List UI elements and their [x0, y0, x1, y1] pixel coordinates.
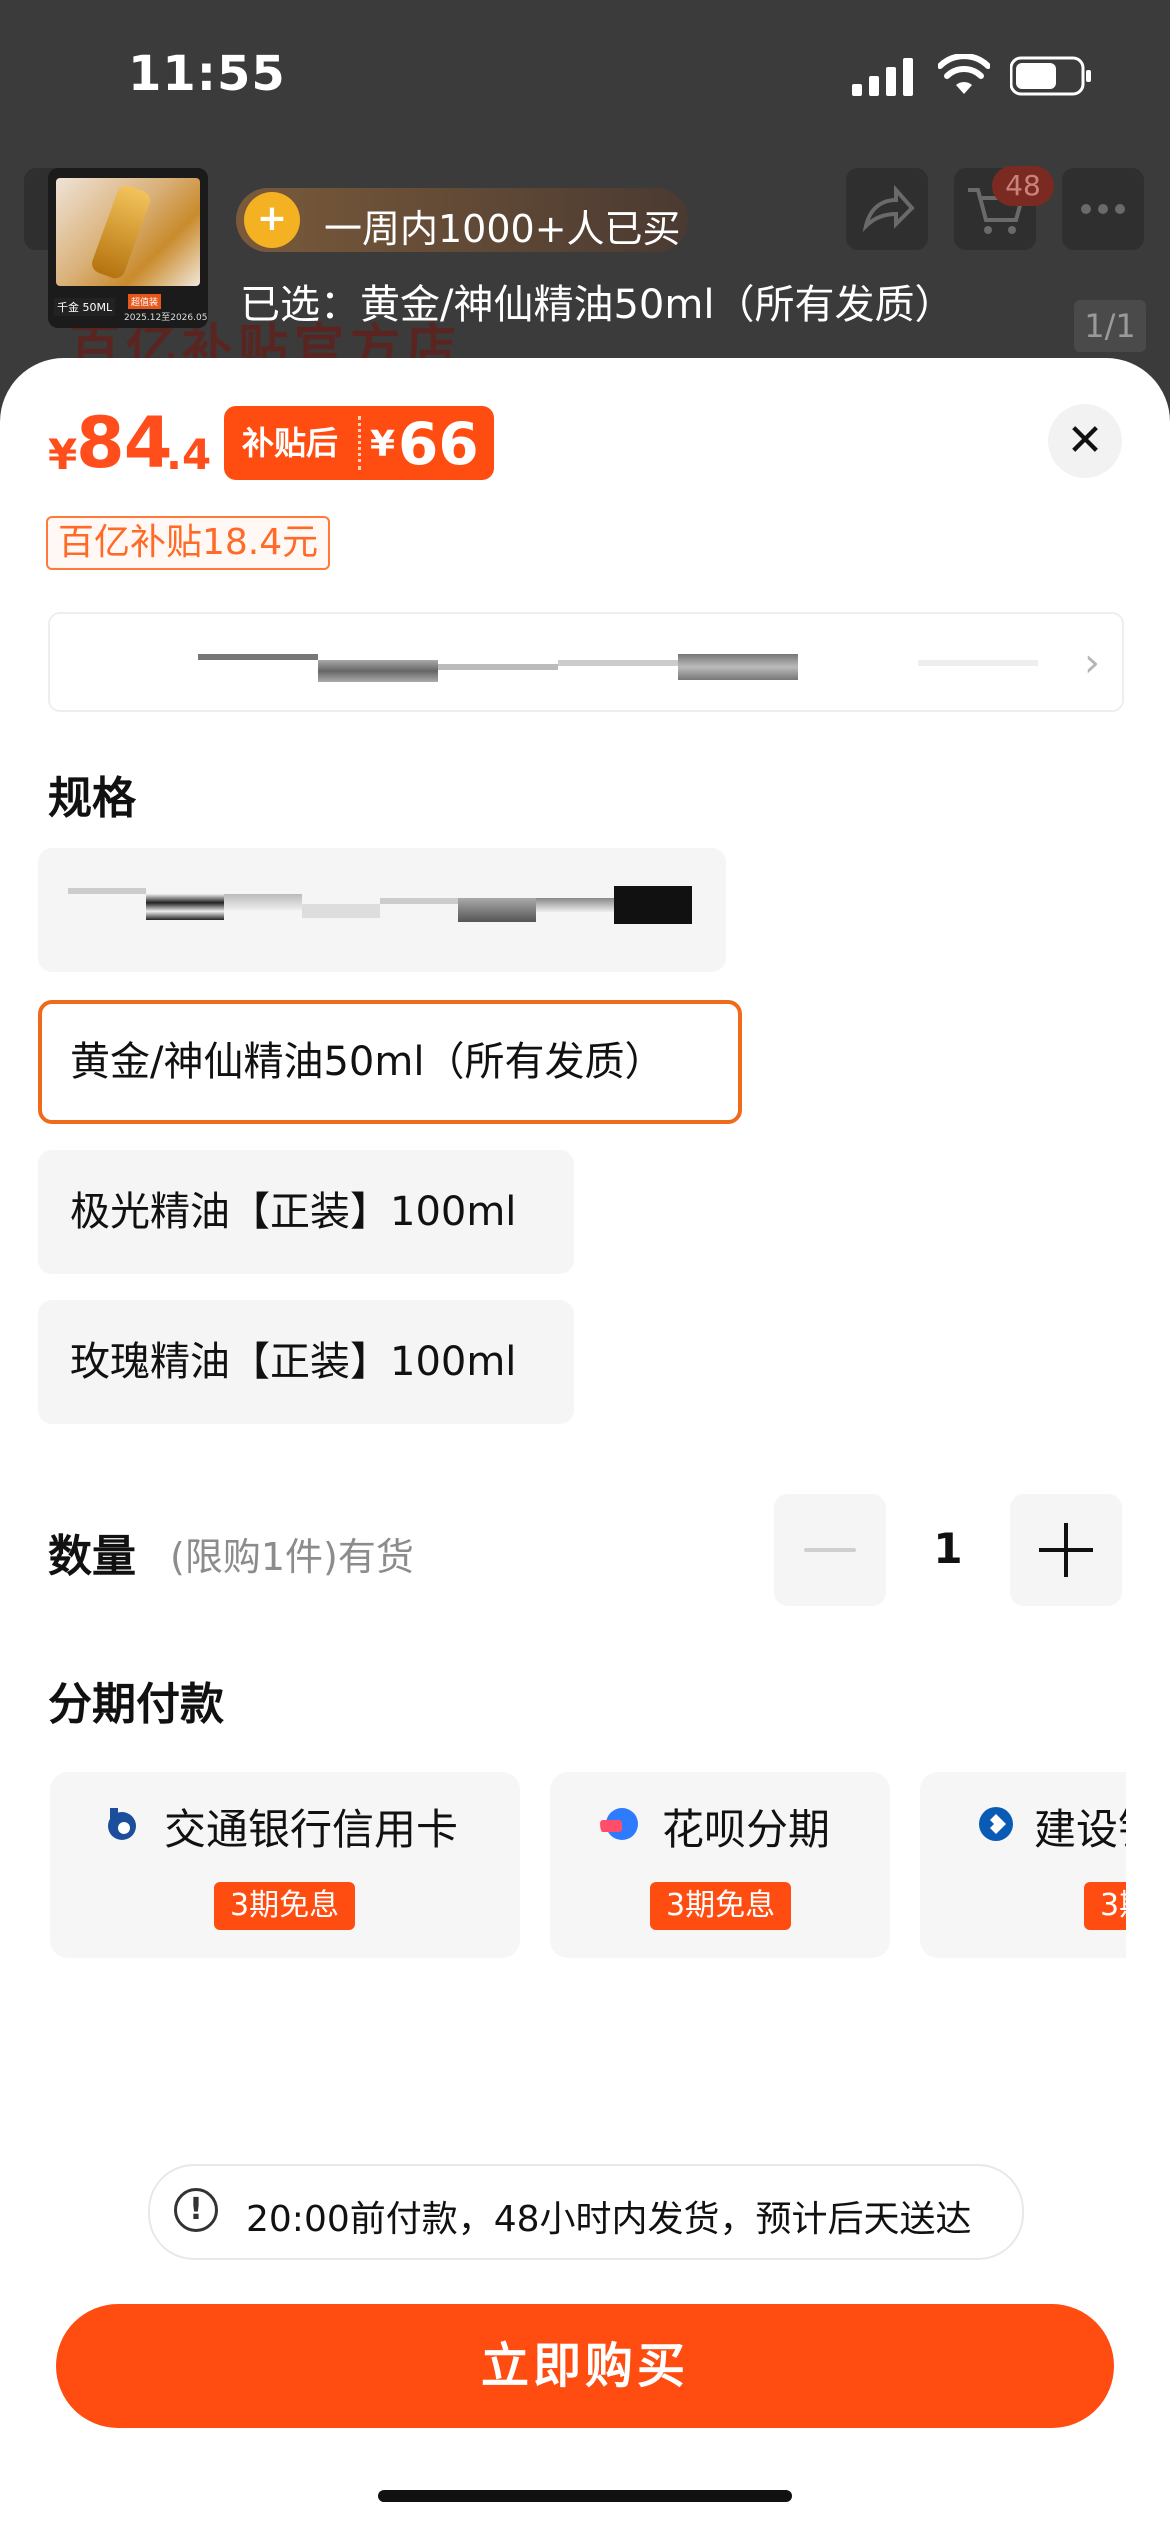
share-button[interactable] — [846, 168, 928, 250]
redacted-spec-text — [68, 888, 146, 894]
address-selector[interactable]: › — [48, 612, 1124, 712]
redacted-address — [678, 654, 798, 680]
installment-badge: 3期免息 — [214, 1882, 356, 1930]
after-subsidy-price-tag: 补贴后 ¥ 66 — [224, 406, 494, 480]
thumb-label-3: 2025.12至2026.05 — [124, 313, 208, 323]
thumb-label-1: 千金 50ML — [54, 298, 116, 316]
spec-option-redacted[interactable] — [38, 848, 726, 972]
after-subsidy-currency: ¥ — [370, 424, 396, 465]
more-button[interactable] — [1062, 168, 1144, 250]
home-indicator[interactable] — [378, 2490, 792, 2502]
installment-name: 建设银行信用卡 — [1034, 1805, 1126, 1854]
thumb-label-2: 超值装 — [128, 294, 162, 309]
ccb-bank-icon — [979, 1807, 1013, 1841]
shopping-bag-icon: + — [244, 192, 300, 248]
info-icon: ! — [174, 2188, 218, 2232]
redacted-spec-text — [146, 894, 224, 920]
tag-divider — [358, 416, 361, 470]
after-subsidy-value: 66 — [398, 410, 479, 478]
spec-option[interactable]: 玫瑰精油【正装】100ml — [38, 1300, 574, 1424]
plus-icon — [1064, 1523, 1068, 1577]
product-thumbnail[interactable]: 千金 50ML 超值装 2025.12至2026.05 — [48, 168, 208, 328]
delivery-notice-text: 20:00前付款，48小时内发货，预计后天送达 — [246, 2199, 972, 2240]
selected-spec-summary: 已选：黄金/神仙精油50ml（所有发质） — [240, 282, 955, 328]
installment-badge: 3期免息 — [650, 1882, 792, 1930]
bocom-bank-icon — [108, 1808, 136, 1840]
image-pager: 1/1 — [1074, 300, 1146, 352]
redacted-address — [198, 654, 318, 660]
redacted-spec-text — [224, 894, 302, 910]
quantity-value: 1 — [933, 1524, 963, 1573]
close-icon: ✕ — [1066, 415, 1104, 466]
minus-icon — [804, 1548, 856, 1552]
decrease-quantity-button[interactable] — [774, 1494, 886, 1606]
increase-quantity-button[interactable] — [1010, 1494, 1122, 1606]
installment-option-bocom[interactable]: 交通银行信用卡 3期免息 — [50, 1772, 520, 1958]
delivery-notice: ! 20:00前付款，48小时内发货，预计后天送达 — [148, 2164, 1024, 2260]
redacted-address — [318, 660, 438, 682]
redacted-address — [918, 660, 1038, 666]
signal-icon — [852, 58, 913, 96]
after-subsidy-label: 补贴后 — [241, 424, 338, 462]
cart-count-badge: 48 — [992, 166, 1054, 206]
redacted-spec-text — [614, 886, 692, 924]
installment-option-huabei[interactable]: 花呗分期 3期免息 — [550, 1772, 890, 1958]
buyers-count-pill: + 一周内1000+人已买 — [236, 188, 688, 252]
spec-section-title: 规格 — [48, 773, 136, 824]
price-decimal: .4 — [166, 430, 212, 479]
installment-options-scroller[interactable]: 交通银行信用卡 3期免息 花呗分期 3期免息 建设银行信用卡 3期免息 — [0, 1772, 1126, 1962]
redacted-spec-text — [380, 898, 458, 904]
close-button[interactable]: ✕ — [1048, 404, 1122, 478]
huabei-icon — [600, 1808, 638, 1840]
installment-badge: 3期免息 — [1084, 1882, 1126, 1930]
redacted-spec-text — [458, 898, 536, 922]
buyers-count-text: 一周内1000+人已买 — [324, 207, 681, 251]
quantity-label: 数量 — [48, 1531, 136, 1582]
installment-name: 花呗分期 — [662, 1805, 831, 1854]
redacted-spec-text — [536, 898, 614, 912]
buy-now-button[interactable]: 立即购买 — [56, 2304, 1114, 2428]
installment-option-ccb[interactable]: 建设银行信用卡 3期免息 — [920, 1772, 1126, 1958]
installment-name: 交通银行信用卡 — [164, 1805, 459, 1854]
redacted-spec-text — [302, 904, 380, 918]
wifi-icon — [938, 54, 990, 94]
after-subsidy-price: ¥ 66 — [370, 406, 494, 480]
status-time: 11:55 — [128, 46, 286, 102]
installment-section-title: 分期付款 — [48, 1679, 224, 1730]
more-icon — [1081, 204, 1125, 214]
chevron-right-icon: › — [1084, 640, 1100, 686]
battery-icon — [1010, 56, 1091, 96]
share-icon — [862, 184, 915, 233]
status-bar: 11:55 — [0, 0, 1170, 150]
quantity-limit-note: (限购1件)有货 — [170, 1535, 414, 1579]
subsidy-amount-tag: 百亿补贴18.4元 — [46, 516, 331, 570]
spec-option-selected[interactable]: 黄金/神仙精油50ml（所有发质） — [38, 1000, 742, 1124]
spec-option[interactable]: 极光精油【正装】100ml — [38, 1150, 574, 1274]
price-currency: ¥ — [48, 430, 78, 479]
redacted-address — [438, 664, 558, 670]
redacted-address — [558, 660, 678, 666]
price-integer: 84 — [76, 402, 172, 484]
